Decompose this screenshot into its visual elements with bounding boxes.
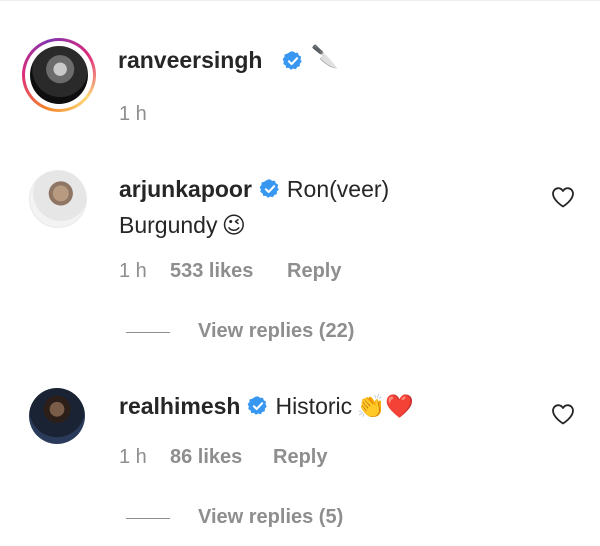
comment-text-line2: Burgundy: [119, 212, 218, 238]
comment-body: realhimesh Historic 👏❤️: [119, 390, 539, 426]
knife-emoji: 🔪: [311, 45, 339, 70]
verified-badge-icon: [282, 51, 302, 70]
comment-timestamp[interactable]: 1 h: [119, 260, 147, 283]
comment-avatar-realhimesh[interactable]: [29, 388, 85, 444]
clap-heart-emoji: 👏❤️: [356, 394, 414, 420]
heart-outline-icon[interactable]: [551, 403, 575, 425]
post-author-username[interactable]: ranveersingh: [118, 47, 262, 74]
view-replies-button[interactable]: View replies (22): [198, 320, 354, 343]
comment-avatar-arjunkapoor[interactable]: [29, 170, 87, 228]
top-divider: [0, 0, 600, 1]
reply-button[interactable]: Reply: [287, 260, 341, 283]
comment-text: Historic: [275, 393, 353, 419]
comment-username[interactable]: realhimesh: [119, 393, 240, 419]
verified-badge-icon: [259, 179, 279, 198]
post-author-avatar[interactable]: [22, 38, 96, 112]
avatar-image: [30, 46, 88, 104]
wink-emoji: 😉: [221, 213, 246, 239]
reply-button[interactable]: Reply: [273, 446, 327, 469]
heart-outline-icon[interactable]: [551, 186, 575, 208]
comment-likes[interactable]: 86 likes: [170, 446, 242, 469]
verified-badge-icon: [248, 396, 268, 415]
comment-text: Ron(veer): [286, 176, 390, 202]
comment-username[interactable]: arjunkapoor: [119, 176, 252, 202]
view-replies-button[interactable]: View replies (5): [198, 506, 343, 529]
replies-divider: [126, 518, 170, 519]
comment-likes[interactable]: 533 likes: [170, 260, 253, 283]
post-timestamp[interactable]: 1 h: [119, 103, 147, 126]
comment-body: arjunkapoor Ron(veer) Burgundy 😉: [119, 173, 539, 245]
comment-timestamp[interactable]: 1 h: [119, 446, 147, 469]
replies-divider: [126, 332, 170, 333]
